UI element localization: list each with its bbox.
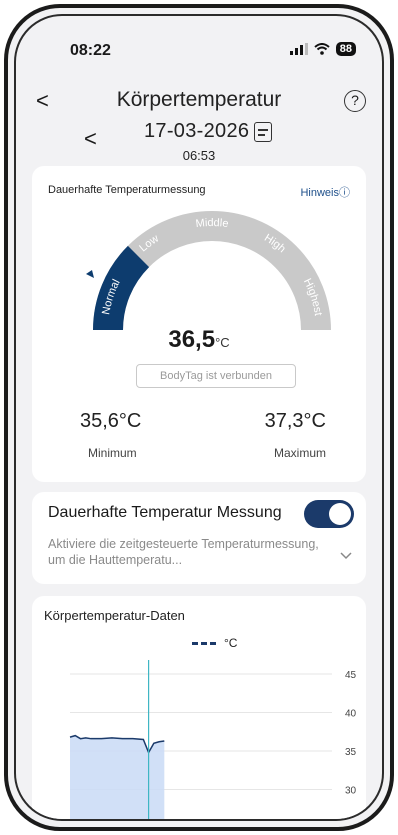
segment-label-middle: Middle bbox=[195, 217, 229, 230]
status-bar: 08:22 88 bbox=[16, 38, 382, 62]
temperature-data-card: Körpertemperatur-Daten °C 45 40 35 30 25 bbox=[32, 596, 366, 819]
y-tick-label: 35 bbox=[345, 747, 357, 758]
temperature-chart: 4540353025 bbox=[69, 660, 357, 819]
screen: 08:22 88 < Körpertemperatur ? < 17-03-20… bbox=[14, 14, 384, 821]
minimum-label: Minimum bbox=[88, 446, 137, 460]
minimum-value: 35,6°C bbox=[80, 410, 142, 432]
y-tick-label: 45 bbox=[345, 670, 357, 681]
maximum-label: Maximum bbox=[273, 446, 326, 460]
continuous-measurement-card: Dauerhafte Temperatur Messung Aktiviere … bbox=[32, 492, 366, 584]
gauge-pointer-icon bbox=[86, 270, 94, 278]
y-tick-label: 30 bbox=[345, 786, 357, 797]
hint-link[interactable]: Hinweisⓘ bbox=[300, 184, 350, 200]
chevron-down-icon[interactable] bbox=[340, 552, 352, 560]
toggle-knob bbox=[329, 503, 351, 525]
y-tick-label: 40 bbox=[345, 709, 357, 720]
temperature-unit: °C bbox=[215, 335, 230, 350]
date-text[interactable]: 17-03-2026 bbox=[144, 120, 249, 143]
measurement-time: 06:53 bbox=[182, 148, 216, 163]
wifi-icon bbox=[314, 43, 330, 55]
temperature-value: 36,5 bbox=[168, 326, 216, 353]
help-button[interactable]: ? bbox=[344, 90, 366, 112]
phone-frame: 08:22 88 < Körpertemperatur ? < 17-03-20… bbox=[4, 4, 394, 831]
device-status-badge: BodyTag ist verbunden bbox=[136, 364, 296, 388]
status-time: 08:22 bbox=[70, 42, 111, 59]
status-icons: 88 bbox=[289, 42, 356, 56]
continuous-measurement-toggle[interactable] bbox=[304, 500, 354, 528]
calendar-icon[interactable] bbox=[254, 122, 272, 142]
legend-label: °C bbox=[224, 636, 238, 650]
legend-swatch bbox=[192, 641, 216, 645]
maximum-value: 37,3°C bbox=[264, 410, 326, 432]
temperature-gauge-card: Dauerhafte Temperaturmessung Hinweisⓘ No… bbox=[32, 166, 366, 482]
battery-icon: 88 bbox=[335, 42, 356, 56]
continuous-measurement-description: Aktiviere die zeitgesteuerte Temperaturm… bbox=[48, 537, 319, 567]
gauge-card-title: Dauerhafte Temperaturmessung bbox=[48, 184, 206, 196]
signal-icon bbox=[289, 43, 308, 55]
continuous-measurement-title: Dauerhafte Temperatur Messung bbox=[48, 504, 282, 521]
current-temperature: 36,5°C bbox=[32, 326, 366, 354]
header: < Körpertemperatur ? bbox=[16, 86, 382, 122]
date-navigator: < 17-03-2026 bbox=[16, 120, 382, 151]
chart-legend: °C bbox=[192, 636, 237, 650]
gauge-label-middle: Middle bbox=[195, 217, 229, 230]
chart-title: Körpertemperatur-Daten bbox=[44, 608, 185, 623]
page-title: Körpertemperatur bbox=[116, 88, 282, 111]
